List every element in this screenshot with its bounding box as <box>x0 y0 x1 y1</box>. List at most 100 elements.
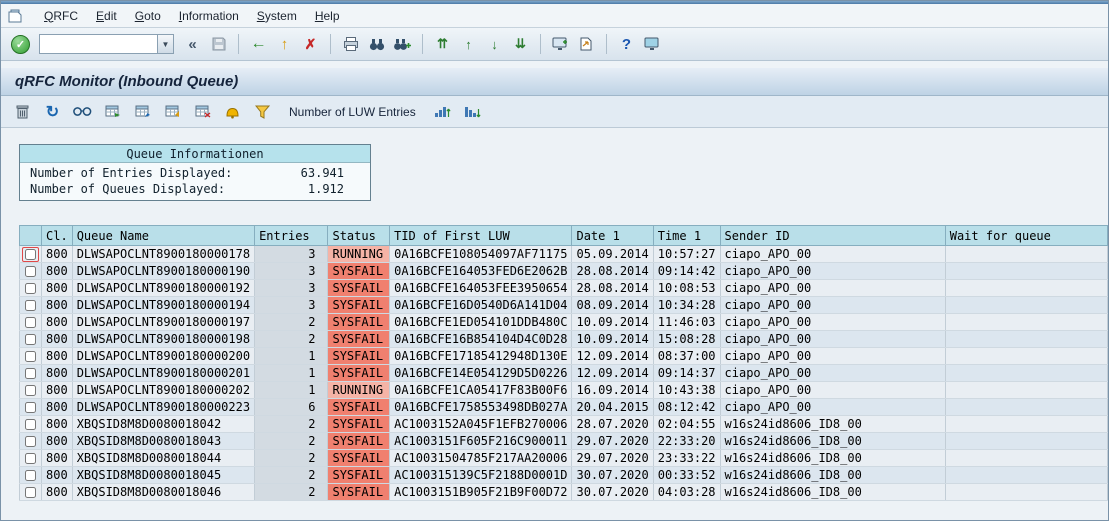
menu-item-help[interactable]: Help <box>306 7 349 25</box>
column-header-time[interactable]: Time 1 <box>653 226 720 246</box>
cell-entries[interactable]: 2 <box>255 416 328 433</box>
print-icon[interactable] <box>339 33 362 56</box>
column-header-wait[interactable]: Wait for queue <box>945 226 1107 246</box>
debug-luw-icon[interactable] <box>131 100 154 123</box>
cell-queue[interactable]: XBQSID8M8D0080018043 <box>72 433 254 450</box>
row-checkbox[interactable] <box>25 266 36 277</box>
collapse-icon[interactable]: « <box>181 33 204 56</box>
back-icon[interactable]: ← <box>247 33 270 56</box>
exit-icon[interactable]: ↑ <box>273 33 296 56</box>
delete-luw-icon[interactable] <box>191 100 214 123</box>
cell-queue[interactable]: DLWSAPOCLNT8900180000223 <box>72 399 254 416</box>
column-header-tid[interactable]: TID of First LUW <box>390 226 572 246</box>
cell-entries[interactable]: 6 <box>255 399 328 416</box>
cell-entries[interactable]: 2 <box>255 331 328 348</box>
cell-queue[interactable]: DLWSAPOCLNT8900180000178 <box>72 246 254 263</box>
cell-queue[interactable]: XBQSID8M8D0080018045 <box>72 467 254 484</box>
column-header-sender[interactable]: Sender ID <box>720 226 945 246</box>
delete-icon[interactable] <box>11 100 34 123</box>
row-checkbox[interactable] <box>25 436 36 447</box>
row-select-cell[interactable] <box>20 365 42 382</box>
cell-queue[interactable]: XBQSID8M8D0080018046 <box>72 484 254 501</box>
cell-queue[interactable]: XBQSID8M8D0080018044 <box>72 450 254 467</box>
cell-entries[interactable]: 2 <box>255 450 328 467</box>
enter-icon[interactable]: ✓ <box>9 33 32 56</box>
cell-entries[interactable]: 2 <box>255 314 328 331</box>
cell-queue[interactable]: DLWSAPOCLNT8900180000198 <box>72 331 254 348</box>
row-checkbox[interactable] <box>25 385 36 396</box>
row-select-cell[interactable] <box>20 331 42 348</box>
row-select-cell[interactable] <box>20 297 42 314</box>
cell-status[interactable]: SYSFAIL <box>328 450 390 467</box>
command-dropdown-icon[interactable]: ▼ <box>157 34 174 54</box>
cell-status[interactable]: SYSFAIL <box>328 467 390 484</box>
cell-status[interactable]: SYSFAIL <box>328 348 390 365</box>
execute-luw-icon[interactable] <box>101 100 124 123</box>
cell-queue[interactable]: DLWSAPOCLNT8900180000197 <box>72 314 254 331</box>
menu-item-qrfc[interactable]: QRFC <box>35 7 87 25</box>
cell-entries[interactable]: 1 <box>255 348 328 365</box>
row-select-cell[interactable] <box>20 348 42 365</box>
sap-menu-icon[interactable] <box>7 9 23 23</box>
number-of-luw-entries-button[interactable]: Number of LUW Entries <box>281 102 424 122</box>
row-select-cell[interactable] <box>20 467 42 484</box>
find-icon[interactable] <box>365 33 388 56</box>
cancel-icon[interactable]: ✗ <box>299 33 322 56</box>
row-checkbox[interactable] <box>25 453 36 464</box>
find-next-icon[interactable] <box>391 33 414 56</box>
save-icon[interactable] <box>207 33 230 56</box>
cell-queue[interactable]: XBQSID8M8D0080018042 <box>72 416 254 433</box>
row-select-cell[interactable] <box>20 263 42 280</box>
row-checkbox[interactable] <box>25 351 36 362</box>
row-checkbox[interactable] <box>25 334 36 345</box>
menu-item-goto[interactable]: Goto <box>126 7 170 25</box>
refresh-icon[interactable]: ↻ <box>41 100 64 123</box>
cell-entries[interactable]: 3 <box>255 297 328 314</box>
cell-queue[interactable]: DLWSAPOCLNT8900180000194 <box>72 297 254 314</box>
cell-entries[interactable]: 2 <box>255 433 328 450</box>
command-field[interactable] <box>39 34 157 54</box>
row-select-cell[interactable] <box>20 416 42 433</box>
cell-queue[interactable]: DLWSAPOCLNT8900180000201 <box>72 365 254 382</box>
column-header-entries[interactable]: Entries <box>255 226 328 246</box>
page-down-icon[interactable]: ↓ <box>483 33 506 56</box>
row-select-cell[interactable] <box>20 246 42 263</box>
row-checkbox[interactable] <box>25 487 36 498</box>
select-all-header[interactable] <box>20 226 42 246</box>
cell-queue[interactable]: DLWSAPOCLNT8900180000192 <box>72 280 254 297</box>
cell-status[interactable]: SYSFAIL <box>328 416 390 433</box>
save-luw-icon[interactable] <box>161 100 184 123</box>
cell-status[interactable]: SYSFAIL <box>328 263 390 280</box>
cell-entries[interactable]: 3 <box>255 246 328 263</box>
sort-descending-icon[interactable] <box>461 100 484 123</box>
row-checkbox[interactable] <box>25 368 36 379</box>
cell-status[interactable]: SYSFAIL <box>328 331 390 348</box>
help-icon[interactable]: ? <box>615 33 638 56</box>
cell-status[interactable]: SYSFAIL <box>328 433 390 450</box>
column-header-cl[interactable]: Cl. <box>42 226 73 246</box>
cell-entries[interactable]: 3 <box>255 280 328 297</box>
column-header-date[interactable]: Date 1 <box>572 226 653 246</box>
cell-status[interactable]: RUNNING <box>328 246 390 263</box>
row-select-cell[interactable] <box>20 450 42 467</box>
sort-ascending-icon[interactable] <box>431 100 454 123</box>
row-checkbox[interactable] <box>25 317 36 328</box>
row-checkbox[interactable] <box>25 283 36 294</box>
column-header-status[interactable]: Status <box>328 226 390 246</box>
page-up-icon[interactable]: ↑ <box>457 33 480 56</box>
cell-status[interactable]: SYSFAIL <box>328 484 390 501</box>
filter-icon[interactable] <box>251 100 274 123</box>
cell-status[interactable]: SYSFAIL <box>328 297 390 314</box>
column-header-queue[interactable]: Queue Name <box>72 226 254 246</box>
first-page-icon[interactable]: ⇈ <box>431 33 454 56</box>
cell-entries[interactable]: 2 <box>255 467 328 484</box>
cell-queue[interactable]: DLWSAPOCLNT8900180000200 <box>72 348 254 365</box>
display-icon[interactable] <box>71 100 94 123</box>
row-select-cell[interactable] <box>20 399 42 416</box>
cell-status[interactable]: RUNNING <box>328 382 390 399</box>
cell-queue[interactable]: DLWSAPOCLNT8900180000202 <box>72 382 254 399</box>
menu-item-information[interactable]: Information <box>170 7 248 25</box>
row-select-cell[interactable] <box>20 280 42 297</box>
menu-item-edit[interactable]: Edit <box>87 7 126 25</box>
row-select-cell[interactable] <box>20 484 42 501</box>
